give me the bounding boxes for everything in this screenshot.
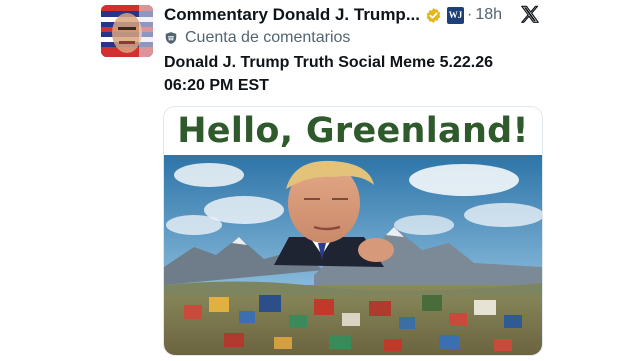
meme-title: Hello, Greenland!	[177, 111, 529, 151]
post-text: Donald J. Trump Truth Social Meme 5.22.2…	[164, 51, 544, 97]
meme-image	[164, 155, 542, 355]
post-text-line-1: Donald J. Trump Truth Social Meme 5.22.2…	[164, 54, 493, 71]
account-label[interactable]: Cuenta de comentarios	[185, 29, 350, 47]
post-separator: ·	[467, 6, 473, 23]
post-timestamp[interactable]: 18h	[475, 6, 502, 24]
post-media[interactable]: Hello, Greenland!	[163, 106, 543, 356]
verified-badge-icon	[425, 7, 442, 24]
author-name[interactable]: Commentary Donald J. Trump...	[164, 5, 420, 25]
org-affiliation-icon[interactable]: WJ	[447, 6, 464, 24]
tweet-card[interactable]: Commentary Donald J. Trump... WJ · 18h C…	[0, 0, 642, 361]
avatar[interactable]	[101, 5, 153, 57]
post-text-line-2: 06:20 PM EST	[164, 77, 269, 94]
government-label-icon	[164, 31, 178, 45]
x-logo-icon	[519, 4, 541, 26]
